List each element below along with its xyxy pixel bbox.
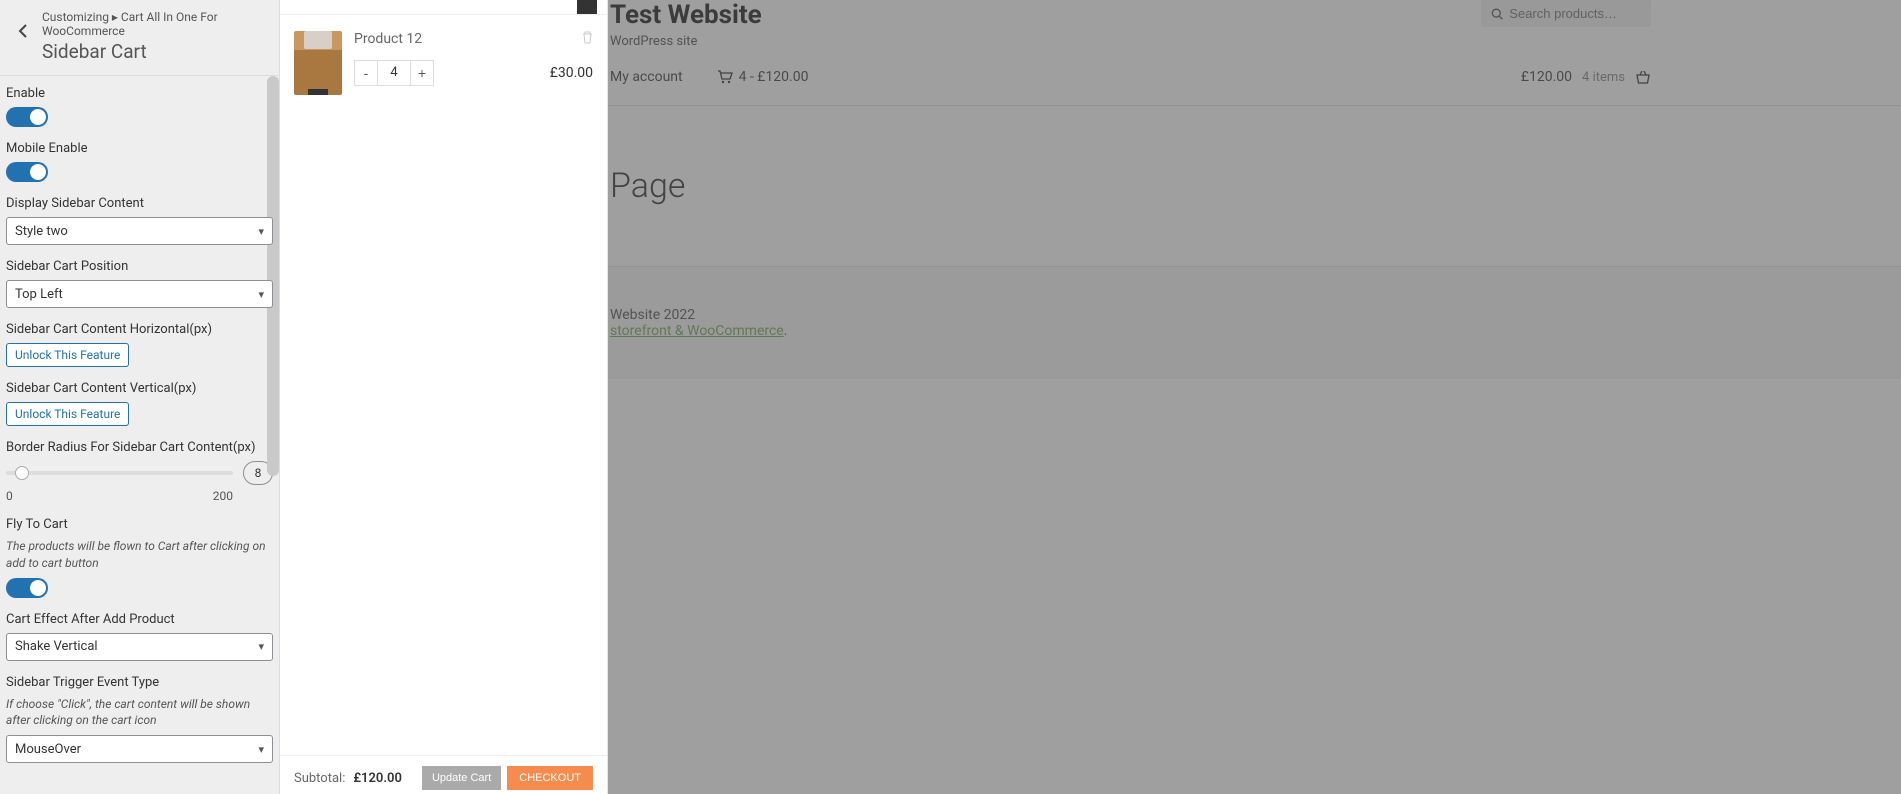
item-price: £30.00 [550,65,593,81]
footer-period: . [784,323,788,339]
trigger-desc: If choose "Click", the cart content will… [6,696,273,730]
enable-label: Enable [6,86,273,101]
cart-effect-value: Shake Vertical [15,639,98,654]
slider-max: 200 [213,489,233,503]
quantity-stepper: - 4 + [354,60,434,86]
vertical-unlock-button[interactable]: Unlock This Feature [6,402,129,426]
update-cart-button[interactable]: Update Cart [422,766,501,790]
chevron-left-icon [18,23,28,39]
product-name[interactable]: Product 12 [354,31,422,47]
nav-items-count: 4 items [1582,70,1625,85]
cart-effect-select[interactable]: Shake Vertical [6,633,273,661]
subtotal-value: £120.00 [353,771,402,786]
nav-account[interactable]: My account [610,69,683,85]
nav-total: £120.00 [1521,69,1572,85]
checkout-button[interactable]: CHECKOUT [507,766,593,790]
horizontal-unlock-button[interactable]: Unlock This Feature [6,343,129,367]
close-icon[interactable] [577,0,597,14]
qty-value[interactable]: 4 [377,61,411,85]
scrollbar[interactable] [267,76,279,476]
search-input[interactable] [1509,6,1641,21]
mobile-enable-label: Mobile Enable [6,141,273,156]
trash-icon[interactable] [582,31,593,48]
cart-icon [717,70,733,84]
vertical-label: Sidebar Cart Content Vertical(px) [6,381,273,396]
cart-effect-label: Cart Effect After Add Product [6,612,273,627]
display-content-value: Style two [15,224,68,239]
back-button[interactable] [8,16,38,46]
search-icon [1491,7,1503,21]
fly-to-cart-label: Fly To Cart [6,517,273,532]
trigger-value: MouseOver [15,742,81,757]
display-content-select[interactable]: Style two [6,217,273,245]
nav-mini-cart-text: 4 - £120.00 [739,69,809,85]
nav-mini-cart[interactable]: 4 - £120.00 [717,69,809,85]
subtotal-label: Subtotal: [294,771,345,786]
mobile-enable-toggle[interactable] [6,162,48,182]
sidebar-cart-panel: Product 12 - 4 + £30.00 [280,0,608,794]
basket-icon [1635,70,1651,84]
breadcrumb: Customizing ▸ Cart All In One For WooCom… [42,10,267,38]
fly-to-cart-desc: The products will be flown to Cart after… [6,538,273,572]
fly-to-cart-toggle[interactable] [6,578,48,598]
border-radius-slider[interactable] [6,471,233,475]
horizontal-label: Sidebar Cart Content Horizontal(px) [6,322,273,337]
border-radius-label: Border Radius For Sidebar Cart Content(p… [6,440,273,455]
slider-thumb[interactable] [15,466,29,480]
enable-toggle[interactable] [6,107,48,127]
cart-item: Product 12 - 4 + £30.00 [294,31,593,95]
search-box[interactable] [1481,0,1651,27]
position-select[interactable]: Top Left [6,280,273,308]
site-title[interactable]: Test Website [610,0,762,30]
trigger-select[interactable]: MouseOver [6,735,273,763]
qty-plus-button[interactable]: + [411,61,433,85]
footer-link[interactable]: storefront & WooCommerce [610,323,784,339]
trigger-label: Sidebar Trigger Event Type [6,675,273,690]
position-label: Sidebar Cart Position [6,259,273,274]
qty-minus-button[interactable]: - [355,61,377,85]
product-image[interactable] [294,31,342,95]
panel-title: Sidebar Cart [42,40,267,63]
customizer-panel: Customizing ▸ Cart All In One For WooCom… [0,0,280,794]
site-tagline: WordPress site [610,34,762,49]
position-value: Top Left [15,287,63,302]
nav-cart-total[interactable]: £120.00 4 items [1521,69,1651,85]
slider-min: 0 [6,489,13,503]
customizer-header: Customizing ▸ Cart All In One For WooCom… [0,0,279,76]
cart-panel-header [280,0,607,15]
footer-copyright: Website 2022 [610,307,1901,323]
display-content-label: Display Sidebar Content [6,196,273,211]
